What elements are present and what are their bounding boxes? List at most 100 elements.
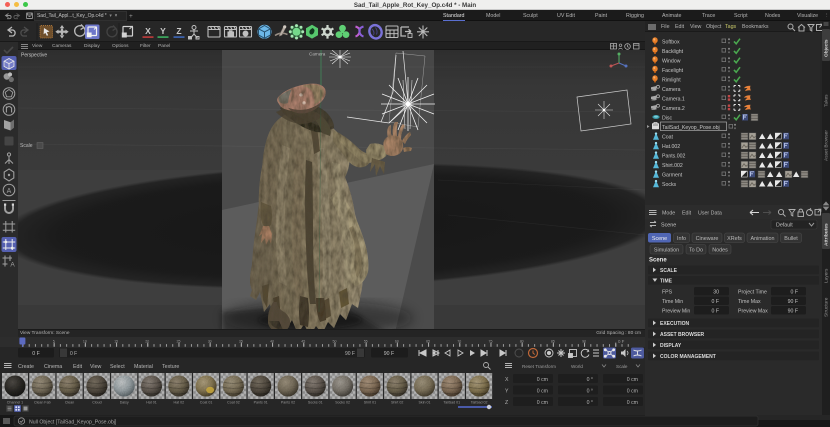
svg-text:FPS: FPS xyxy=(662,290,673,296)
svg-text:Daisy: Daisy xyxy=(120,401,129,405)
svg-text:55: 55 xyxy=(364,340,368,344)
svg-text:0 F: 0 F xyxy=(712,309,720,315)
svg-text:Null Object [TailSad_Keyop_Pos: Null Object [TailSad_Keyop_Pose.obj] xyxy=(29,419,117,425)
svg-text:35: 35 xyxy=(239,340,243,344)
svg-text:Z: Z xyxy=(505,400,508,406)
svg-text:Texture: Texture xyxy=(162,364,179,370)
svg-text:50: 50 xyxy=(333,340,337,344)
svg-text:Animation: Animation xyxy=(751,236,775,242)
svg-text:Create: Create xyxy=(18,364,34,370)
svg-text:85: 85 xyxy=(551,340,555,344)
svg-text:Facelight: Facelight xyxy=(662,68,684,74)
svg-text:TIME: TIME xyxy=(660,279,673,285)
svg-text:Structure: Structure xyxy=(824,297,830,317)
svg-text:0 F: 0 F xyxy=(32,351,40,357)
svg-text:90 F: 90 F xyxy=(788,309,798,315)
svg-text:Scale: Scale xyxy=(20,143,33,149)
svg-text:70: 70 xyxy=(457,340,461,344)
svg-text:90: 90 xyxy=(582,340,586,344)
svg-text:0 cm: 0 cm xyxy=(627,389,638,395)
svg-text:80: 80 xyxy=(520,340,524,344)
svg-text:Y: Y xyxy=(160,26,166,36)
svg-text:Asset Browser: Asset Browser xyxy=(824,130,830,161)
svg-text:X: X xyxy=(145,26,151,36)
svg-text:30: 30 xyxy=(713,290,719,296)
svg-text:45: 45 xyxy=(301,340,305,344)
svg-text:0 F: 0 F xyxy=(712,299,720,305)
svg-text:Mode: Mode xyxy=(662,211,675,217)
svg-text:Socks 01: Socks 01 xyxy=(308,401,323,405)
svg-text:Garment: Garment xyxy=(662,172,683,178)
svg-text:Hat 01: Hat 01 xyxy=(146,401,157,405)
svg-text:A: A xyxy=(10,262,15,269)
svg-text:Socks 02: Socks 02 xyxy=(335,401,350,405)
svg-text:Simulation: Simulation xyxy=(654,248,679,254)
svg-text:Scene: Scene xyxy=(649,258,667,264)
svg-text:0 cm: 0 cm xyxy=(537,400,548,406)
svg-text:Softbox: Softbox xyxy=(662,39,680,45)
svg-text:Shirt.002: Shirt.002 xyxy=(662,163,683,169)
svg-text:COLOR MANAGEMENT: COLOR MANAGEMENT xyxy=(660,354,716,360)
svg-text:EXECUTION: EXECUTION xyxy=(660,321,690,327)
svg-text:Layers: Layers xyxy=(824,268,830,283)
svg-text:Scale: Scale xyxy=(616,364,628,369)
svg-text:SCALE: SCALE xyxy=(660,268,678,274)
svg-text:Channel 1: Channel 1 xyxy=(7,401,23,405)
svg-text:X: X xyxy=(505,377,509,383)
svg-text:5: 5 xyxy=(53,340,55,344)
svg-text:Preview Max: Preview Max xyxy=(738,309,768,315)
svg-text:Scene: Scene xyxy=(652,236,667,242)
svg-text:Camera.2: Camera.2 xyxy=(662,106,685,112)
svg-text:World: World xyxy=(571,364,583,369)
svg-text:0 cm: 0 cm xyxy=(627,377,638,383)
svg-text:Bullet: Bullet xyxy=(784,236,798,242)
svg-text:20: 20 xyxy=(145,340,149,344)
svg-text:Camera: Camera xyxy=(662,87,681,93)
svg-text:Reset Transform: Reset Transform xyxy=(522,364,556,369)
svg-text:25: 25 xyxy=(177,340,181,344)
svg-text:TailSad 01: TailSad 01 xyxy=(443,401,460,405)
svg-text:15: 15 xyxy=(114,340,118,344)
svg-text:60: 60 xyxy=(395,340,399,344)
svg-text:Window: Window xyxy=(662,58,681,64)
svg-text:Coat: Coat xyxy=(662,134,674,140)
svg-text:0 cm: 0 cm xyxy=(627,400,638,406)
svg-text:Takes: Takes xyxy=(824,94,830,107)
svg-text:Default: Default xyxy=(776,222,793,228)
svg-text:Y: Y xyxy=(505,389,509,395)
svg-text:Select: Select xyxy=(110,364,125,370)
svg-text:Objects: Objects xyxy=(824,39,830,57)
svg-text:TailSad_Keyop_Pose.obj: TailSad_Keyop_Pose.obj xyxy=(662,125,720,131)
svg-text:0 °: 0 ° xyxy=(587,377,593,383)
svg-text:User Data: User Data xyxy=(698,211,722,217)
svg-text:0 cm: 0 cm xyxy=(537,389,548,395)
svg-text:0 F: 0 F xyxy=(618,339,625,344)
svg-text:DISPLAY: DISPLAY xyxy=(660,343,682,349)
svg-text:65: 65 xyxy=(426,340,430,344)
svg-text:Shirt 01: Shirt 01 xyxy=(364,401,376,405)
svg-text:Pants 02: Pants 02 xyxy=(281,401,295,405)
svg-text:0 °: 0 ° xyxy=(587,389,593,395)
svg-text:0 F: 0 F xyxy=(791,290,799,296)
svg-text:Attributes: Attributes xyxy=(824,223,830,246)
svg-text:Info: Info xyxy=(677,236,686,242)
svg-text:0 cm: 0 cm xyxy=(537,377,548,383)
svg-text:Edit: Edit xyxy=(73,364,83,370)
svg-text:Time Max: Time Max xyxy=(738,299,761,305)
svg-text:Perspective: Perspective xyxy=(21,53,47,59)
svg-text:Cinema: Cinema xyxy=(44,364,62,370)
svg-text:90 F: 90 F xyxy=(384,351,394,357)
svg-text:Coat 01: Coat 01 xyxy=(200,401,213,405)
svg-text:Coat 02: Coat 02 xyxy=(227,401,240,405)
svg-text:Pants.002: Pants.002 xyxy=(662,153,685,159)
svg-text:0 °: 0 ° xyxy=(587,400,593,406)
svg-text:0 F: 0 F xyxy=(70,351,77,357)
svg-text:Preview Min: Preview Min xyxy=(662,309,690,315)
svg-text:Camera: Camera xyxy=(309,52,326,57)
svg-text:Clean Fab: Clean Fab xyxy=(34,401,51,405)
svg-text:90 F: 90 F xyxy=(345,351,355,357)
svg-text:90 F: 90 F xyxy=(788,299,798,305)
svg-text:Nodes: Nodes xyxy=(712,248,728,254)
svg-text:A: A xyxy=(7,188,12,195)
svg-text:Time Min: Time Min xyxy=(662,299,683,305)
